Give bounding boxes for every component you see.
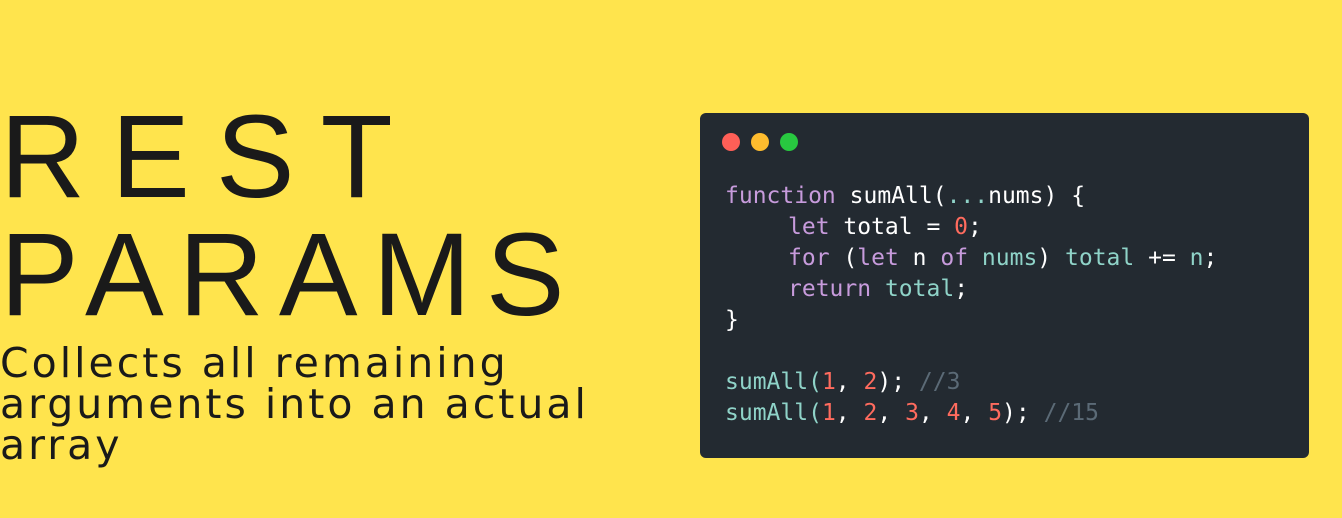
code-token: 1: [821, 369, 836, 395]
code-token: ,: [835, 400, 864, 426]
code-token: 3: [905, 400, 919, 426]
code-token: return: [788, 276, 872, 302]
subtitle: Collects all remaining arguments into an…: [0, 339, 589, 469]
code-line: for (let n of nums) total += n;: [725, 243, 1217, 274]
code-token: function: [725, 183, 836, 209]
code-token: );: [1002, 400, 1044, 426]
code-token: sumAll(: [725, 369, 822, 395]
code-line: return total;: [725, 274, 1217, 305]
code-token: ...: [946, 183, 989, 209]
code-token: ,: [918, 400, 947, 426]
code-token: }: [725, 307, 739, 333]
code-block: function sumAll(...nums) {let total = 0;…: [725, 181, 1217, 429]
code-token: 0: [954, 214, 969, 240]
code-token: );: [877, 369, 919, 395]
code-token: ;: [954, 276, 969, 302]
code-token: ;: [968, 214, 982, 240]
code-line: sumAll(1, 2, 3, 4, 5); //15: [725, 398, 1217, 429]
title-line-params: PARAMS: [0, 209, 580, 341]
code-token: nums: [981, 245, 1038, 271]
code-window: function sumAll(...nums) {let total = 0;…: [700, 113, 1309, 458]
code-token: ,: [960, 400, 989, 426]
code-token: n: [1189, 245, 1204, 271]
code-line: sumAll(1, 2); //3: [725, 367, 1217, 398]
code-token: for: [788, 245, 830, 271]
code-line: function sumAll(...nums) {: [725, 181, 1217, 212]
code-line: let total = 0;: [725, 212, 1217, 243]
code-token: ,: [877, 400, 906, 426]
code-line: }: [725, 305, 1217, 336]
code-token: (: [829, 245, 858, 271]
code-token: 2: [863, 400, 878, 426]
zoom-dot-icon: [780, 133, 798, 151]
code-token: ,: [835, 369, 864, 395]
minimize-dot-icon: [751, 133, 769, 151]
code-token: sumAll(: [725, 400, 822, 426]
code-token: total =: [829, 214, 955, 240]
window-controls: [722, 133, 798, 151]
code-token: //3: [918, 369, 961, 395]
close-dot-icon: [722, 133, 740, 151]
code-token: total: [1065, 245, 1135, 271]
code-token: 4: [946, 400, 961, 426]
code-token: let: [788, 214, 830, 240]
code-token: +=: [1134, 245, 1190, 271]
code-token: 1: [821, 400, 836, 426]
code-token: //15: [1043, 400, 1099, 426]
code-token: nums) {: [988, 183, 1086, 209]
code-token: sumAll(: [835, 183, 947, 209]
code-token: of: [940, 245, 969, 271]
code-token: let: [857, 245, 899, 271]
code-token: ): [1037, 245, 1065, 271]
code-token: n: [898, 245, 941, 271]
code-token: total: [884, 276, 955, 302]
title-line-rest: REST: [0, 91, 419, 223]
code-token: ;: [1203, 245, 1218, 271]
code-token: 5: [988, 400, 1003, 426]
code-token: 2: [863, 369, 878, 395]
